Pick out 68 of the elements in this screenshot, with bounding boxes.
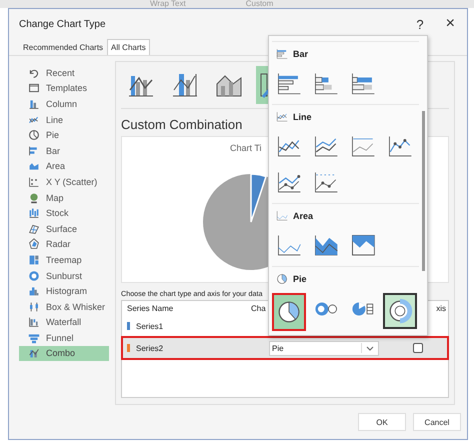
- funnel-icon: [28, 332, 40, 344]
- line-chart-icon: [276, 111, 288, 123]
- sidebar-item[interactable]: Combo: [19, 346, 109, 362]
- sidebar-item[interactable]: Pie: [19, 127, 109, 143]
- sidebar-item[interactable]: Column: [19, 96, 109, 112]
- section-heading: Area: [293, 211, 314, 221]
- sidebar-item[interactable]: X Y (Scatter): [19, 174, 109, 190]
- surface-chart-icon: [28, 222, 40, 235]
- ok-button[interactable]: OK: [358, 413, 406, 431]
- sidebar-item[interactable]: Histogram: [19, 283, 109, 299]
- help-button[interactable]: ?: [412, 16, 428, 32]
- bar-chart-icon: [313, 71, 339, 97]
- section-heading: Line: [293, 112, 312, 122]
- sidebar-item[interactable]: Recent: [19, 65, 109, 81]
- column-chart-icon: [28, 98, 40, 110]
- series-name: Series1: [136, 322, 164, 330]
- sidebar-item[interactable]: Sunburst: [19, 268, 109, 284]
- section-heading: Bar: [293, 49, 308, 59]
- globe-icon: [28, 192, 40, 204]
- chart-type-option[interactable]: [272, 293, 306, 331]
- tab[interactable]: Recommended Charts: [19, 39, 108, 55]
- bar-chart-icon: [28, 144, 40, 157]
- sidebar-item[interactable]: Waterfall: [19, 314, 109, 330]
- series-row[interactable]: Series2 Pie: [122, 337, 448, 359]
- donut-chart-icon: [387, 296, 413, 326]
- chart-type-dropdown[interactable]: Pie: [269, 340, 379, 356]
- sidebar-item[interactable]: Funnel: [19, 330, 109, 346]
- sidebar-item[interactable]: Stock: [19, 205, 109, 221]
- sidebar-item[interactable]: Surface: [19, 220, 109, 237]
- column-header: Cha: [251, 304, 267, 312]
- sidebar-item[interactable]: Templates: [19, 80, 109, 96]
- chart-type-option[interactable]: [383, 293, 417, 329]
- sidebar-item[interactable]: Radar: [19, 236, 109, 252]
- stock-chart-icon: [28, 207, 40, 220]
- scrollbar[interactable]: [422, 111, 425, 271]
- tab[interactable]: All Charts: [107, 39, 150, 55]
- treemap-icon: [28, 254, 40, 266]
- pie-chart-icon: [276, 273, 288, 285]
- bar-chart-icon: [350, 71, 376, 97]
- sidebar-item[interactable]: Box & Whisker: [19, 298, 109, 314]
- combo-chart-icon: [28, 347, 40, 360]
- bar-chart-icon: [276, 48, 288, 60]
- series-row[interactable]: Series1: [122, 315, 448, 337]
- sidebar-item[interactable]: Map: [19, 190, 109, 206]
- column-header: Series Name: [127, 304, 174, 312]
- close-button[interactable]: ×: [442, 15, 459, 33]
- sunburst-icon: [28, 270, 40, 282]
- histogram-icon: [28, 285, 40, 298]
- section-heading: Pie: [293, 274, 307, 284]
- series-name: Series2: [136, 344, 164, 352]
- cancel-button[interactable]: Cancel: [413, 413, 461, 431]
- ribbon-label: Custom: [246, 0, 274, 8]
- ribbon-label: Wrap Text: [150, 0, 186, 8]
- checkbox[interactable]: [413, 343, 423, 353]
- box-whisker-icon: [28, 300, 40, 313]
- sidebar-item[interactable]: Area: [19, 158, 109, 174]
- sidebar-item[interactable]: Treemap: [19, 252, 109, 268]
- sidebar-item[interactable]: Bar: [19, 142, 109, 159]
- sidebar-item[interactable]: Line: [19, 112, 109, 128]
- radar-chart-icon: [28, 238, 40, 250]
- chart-title: Chart Ti: [230, 143, 262, 153]
- pie-chart-icon: [28, 129, 40, 142]
- window-title: Change Chart Type: [19, 18, 107, 30]
- waterfall-icon: [28, 316, 40, 328]
- folder-icon: [28, 82, 40, 94]
- column-header: xis: [436, 304, 447, 312]
- bar-chart-icon: [276, 71, 302, 97]
- scatter-chart-icon: [28, 176, 40, 188]
